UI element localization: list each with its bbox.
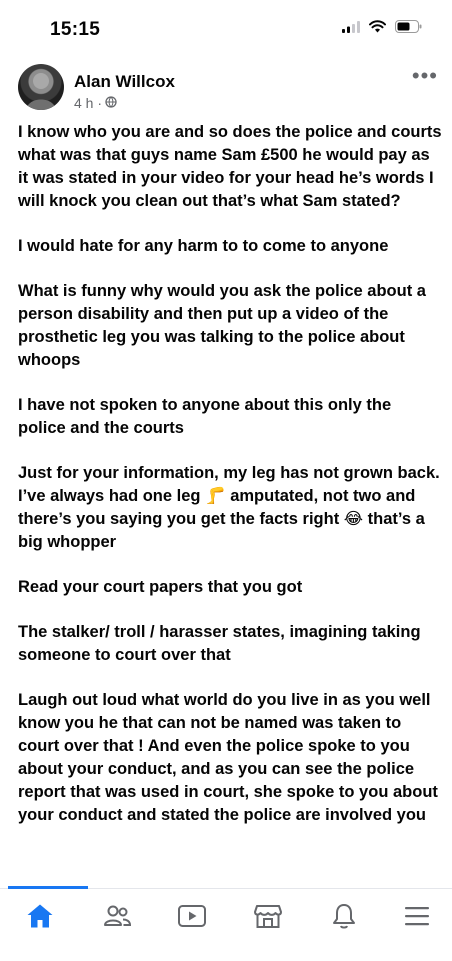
nav-menu[interactable] [397, 901, 437, 935]
post-paragraph-leg: Just for your information, my leg has no… [18, 462, 442, 554]
post-meta: 4 h · [74, 95, 117, 111]
post-header: Alan Willcox 4 h · ••• [0, 60, 452, 120]
nav-marketplace[interactable] [248, 901, 288, 935]
signal-icon [342, 20, 360, 38]
marketplace-icon [253, 903, 283, 934]
post-paragraph: The stalker/ troll / harasser states, im… [18, 623, 421, 664]
post-paragraph: I would hate for any harm to to come to … [18, 237, 389, 255]
post-paragraph: I know who you are and so does the polic… [18, 123, 442, 210]
video-icon [177, 904, 207, 933]
nav-notifications[interactable] [324, 901, 364, 935]
post-time[interactable]: 4 h · [74, 95, 102, 111]
post-paragraph: What is funny why would you ask the poli… [18, 282, 426, 369]
bottom-nav [0, 886, 452, 961]
post-body: I know who you are and so does the polic… [18, 121, 442, 891]
nav-friends[interactable] [97, 901, 137, 935]
globe-icon [105, 95, 117, 111]
avatar[interactable] [18, 64, 64, 110]
post-paragraph: Laugh out loud what world do you live in… [18, 691, 438, 824]
status-icons [342, 20, 422, 38]
author-name[interactable]: Alan Willcox [74, 72, 175, 92]
nav-home[interactable] [20, 901, 60, 935]
home-icon [26, 903, 54, 934]
post-paragraph: I have not spoken to anyone about this o… [18, 396, 392, 437]
notifications-icon [331, 902, 357, 935]
status-time: 15:15 [50, 19, 101, 40]
laughing-emoji: 😂 [343, 510, 364, 528]
person-silhouette-icon [26, 73, 56, 110]
leg-emoji: 🦵 [205, 487, 226, 505]
active-tab-indicator [8, 886, 88, 889]
wifi-icon [369, 20, 386, 38]
status-bar: 15:15 [0, 0, 452, 58]
friends-icon [102, 903, 132, 934]
battery-icon [395, 20, 422, 38]
more-horizontal-icon[interactable]: ••• [412, 65, 438, 87]
post-paragraph: Read your court papers that you got [18, 578, 303, 596]
nav-video[interactable] [172, 901, 212, 935]
menu-icon [404, 905, 430, 932]
